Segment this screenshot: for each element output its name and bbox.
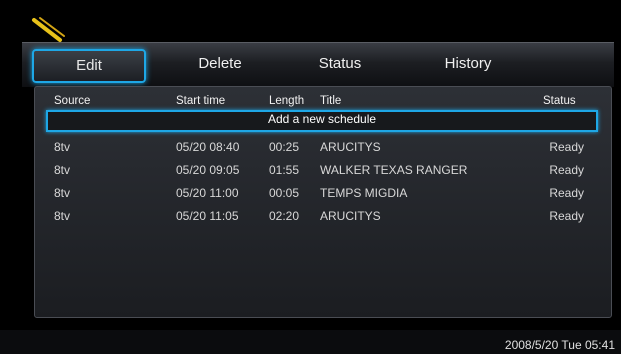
header-status: Status [543, 95, 576, 107]
cell-title: ARUCITYS [320, 209, 381, 223]
tab-delete[interactable]: Delete [170, 49, 270, 79]
cell-length: 01:55 [269, 163, 300, 177]
cell-start-time: 05/20 11:05 [176, 209, 239, 223]
header-title: Title [320, 95, 342, 107]
tab-status[interactable]: Status [290, 49, 390, 79]
header-length: Length [269, 95, 305, 107]
cell-length: 00:25 [269, 140, 300, 154]
add-schedule-label[interactable]: Add a new schedule [46, 112, 598, 126]
cell-length: 00:05 [269, 186, 300, 200]
cell-title: TEMPS MIGDIA [320, 186, 408, 200]
cell-start-time: 05/20 08:40 [176, 140, 240, 154]
cell-status: Ready [549, 163, 584, 177]
cell-length: 02:20 [269, 209, 300, 223]
cell-source: 8tv [54, 209, 71, 223]
cell-source: 8tv [54, 186, 71, 200]
cell-source: 8tv [54, 163, 71, 177]
cell-start-time: 05/20 09:05 [176, 163, 240, 177]
cell-title: WALKER TEXAS RANGER [320, 163, 468, 177]
tab-edit[interactable]: Edit [32, 49, 146, 83]
pencil-logo-icon [32, 17, 65, 42]
cell-status: Ready [549, 140, 584, 154]
tab-history[interactable]: History [418, 49, 518, 79]
cell-title: ARUCITYS [320, 140, 381, 154]
cell-source: 8tv [54, 140, 71, 154]
table-row[interactable]: 8tv 05/20 11:00 00:05 TEMPS MIGDIA Ready [46, 183, 598, 204]
cell-start-time: 05/20 11:00 [176, 186, 239, 200]
header-start-time: Start time [176, 95, 226, 107]
cell-status: Ready [549, 209, 584, 223]
header-source: Source [54, 95, 91, 107]
date-time-display: 2008/5/20 Tue 05:41 [504, 338, 615, 352]
cell-status: Ready [549, 186, 584, 200]
table-row[interactable]: 8tv 05/20 08:40 00:25 ARUCITYS Ready [46, 137, 598, 158]
table-row[interactable]: 8tv 05/20 11:05 02:20 ARUCITYS Ready [46, 206, 598, 227]
table-row[interactable]: 8tv 05/20 09:05 01:55 WALKER TEXAS RANGE… [46, 160, 598, 181]
